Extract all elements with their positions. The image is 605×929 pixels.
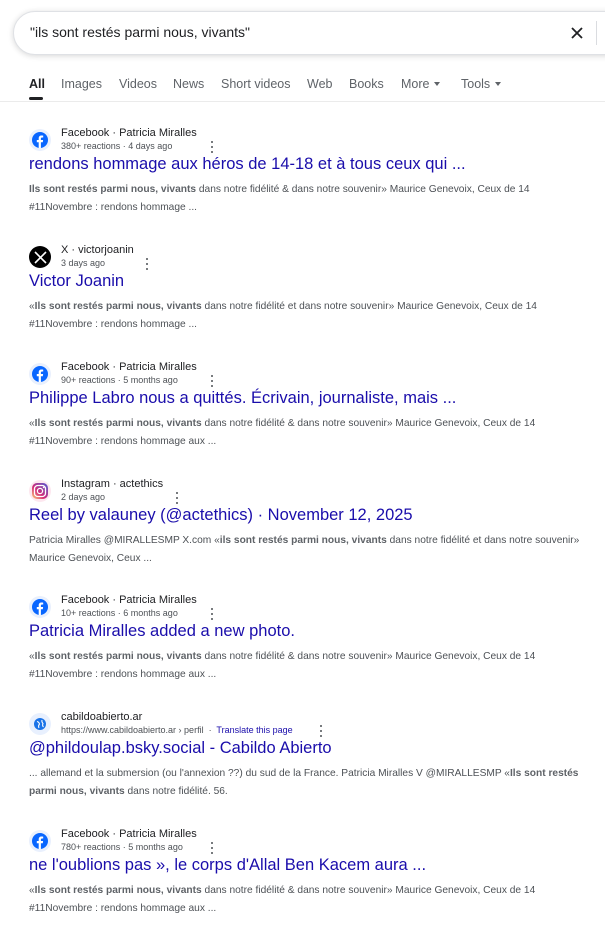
result-title[interactable]: Patricia Miralles added a new photo. (29, 622, 295, 641)
result-url: https://www.cabildoabierto.ar › perfil (61, 725, 204, 735)
tab-images[interactable]: Images (61, 77, 102, 91)
result-meta: 2 days ago (61, 492, 106, 502)
result-meta: https://www.cabildoabierto.ar › perfil ·… (61, 725, 293, 735)
result-meta: 780+ reactions · 5 months ago (61, 842, 183, 852)
result-title[interactable]: rendons hommage aux héros de 14-18 et à … (29, 155, 466, 174)
close-icon[interactable] (567, 23, 587, 43)
result-source: Facebook · Patricia Miralles (61, 361, 197, 373)
more-options-icon[interactable] (143, 258, 151, 270)
result-snippet: «Ils sont restés parmi nous, vivants dan… (29, 418, 536, 447)
result-meta: 10+ reactions · 6 months ago (61, 608, 178, 618)
result-snippet: Ils sont restés parmi nous, vivants dans… (29, 184, 530, 213)
tab-videos[interactable]: Videos (119, 77, 157, 91)
more-options-icon[interactable] (208, 141, 216, 153)
tab-more[interactable]: More (401, 77, 441, 91)
tab-more-label: More (401, 77, 430, 91)
facebook-icon (29, 129, 51, 151)
active-tab-indicator (29, 97, 43, 100)
tab-all[interactable]: All (29, 77, 45, 91)
result-snippet: «Ils sont restés parmi nous, vivants dan… (29, 885, 536, 914)
more-options-icon[interactable] (208, 375, 216, 387)
search-tabs: All Images Videos News Short videos Web … (0, 76, 605, 102)
chevron-down-icon (495, 82, 502, 86)
facebook-icon (29, 363, 51, 385)
result-source: Facebook · Patricia Miralles (61, 594, 197, 606)
result-title[interactable]: ne l'oublions pas », le corps d'Allal Be… (29, 856, 426, 875)
result-source: cabildoabierto.ar (61, 711, 143, 723)
result-source: Facebook · Patricia Miralles (61, 127, 197, 139)
result-title[interactable]: Reel by valauney (@actethics) · November… (29, 506, 413, 525)
tab-web[interactable]: Web (307, 77, 332, 91)
result-source: X · victorjoanin (61, 244, 134, 256)
instagram-icon (29, 480, 51, 502)
tab-short-videos[interactable]: Short videos (221, 77, 290, 91)
facebook-icon (29, 830, 51, 852)
more-options-icon[interactable] (208, 842, 216, 854)
result-meta: 3 days ago (61, 258, 106, 268)
tools-label: Tools (461, 77, 491, 91)
result-meta: 90+ reactions · 5 months ago (61, 375, 178, 385)
more-options-icon[interactable] (317, 725, 325, 737)
result-meta: 380+ reactions · 4 days ago (61, 141, 173, 151)
tab-books[interactable]: Books (349, 77, 384, 91)
translate-link[interactable]: Translate this page (216, 725, 292, 735)
more-options-icon[interactable] (208, 608, 216, 620)
result-snippet: «Ils sont restés parmi nous, vivants dan… (29, 301, 537, 330)
facebook-icon (29, 596, 51, 618)
result-snippet: Patricia Miralles @MIRALLESMP X.com «ils… (29, 535, 580, 564)
more-options-icon[interactable] (173, 492, 181, 504)
result-snippet: ... allemand et la submersion (ou l'anne… (29, 768, 579, 797)
result-title[interactable]: Philippe Labro nous a quittés. Écrivain,… (29, 389, 456, 408)
search-bar[interactable]: "ils sont restés parmi nous, vivants" (13, 11, 605, 55)
result-title[interactable]: Victor Joanin (29, 272, 124, 291)
tools-button[interactable]: Tools (461, 77, 502, 91)
chevron-down-icon (434, 82, 441, 86)
search-divider (596, 21, 597, 45)
result-source: Facebook · Patricia Miralles (61, 828, 197, 840)
result-title[interactable]: @phildoulap.bsky.social - Cabildo Abiert… (29, 739, 332, 758)
globe-icon (29, 713, 51, 735)
search-input[interactable]: "ils sont restés parmi nous, vivants" (30, 24, 250, 40)
result-snippet: «Ils sont restés parmi nous, vivants dan… (29, 651, 536, 680)
x-icon (29, 246, 51, 268)
tab-news[interactable]: News (173, 77, 204, 91)
result-source: Instagram · actethics (61, 478, 164, 490)
